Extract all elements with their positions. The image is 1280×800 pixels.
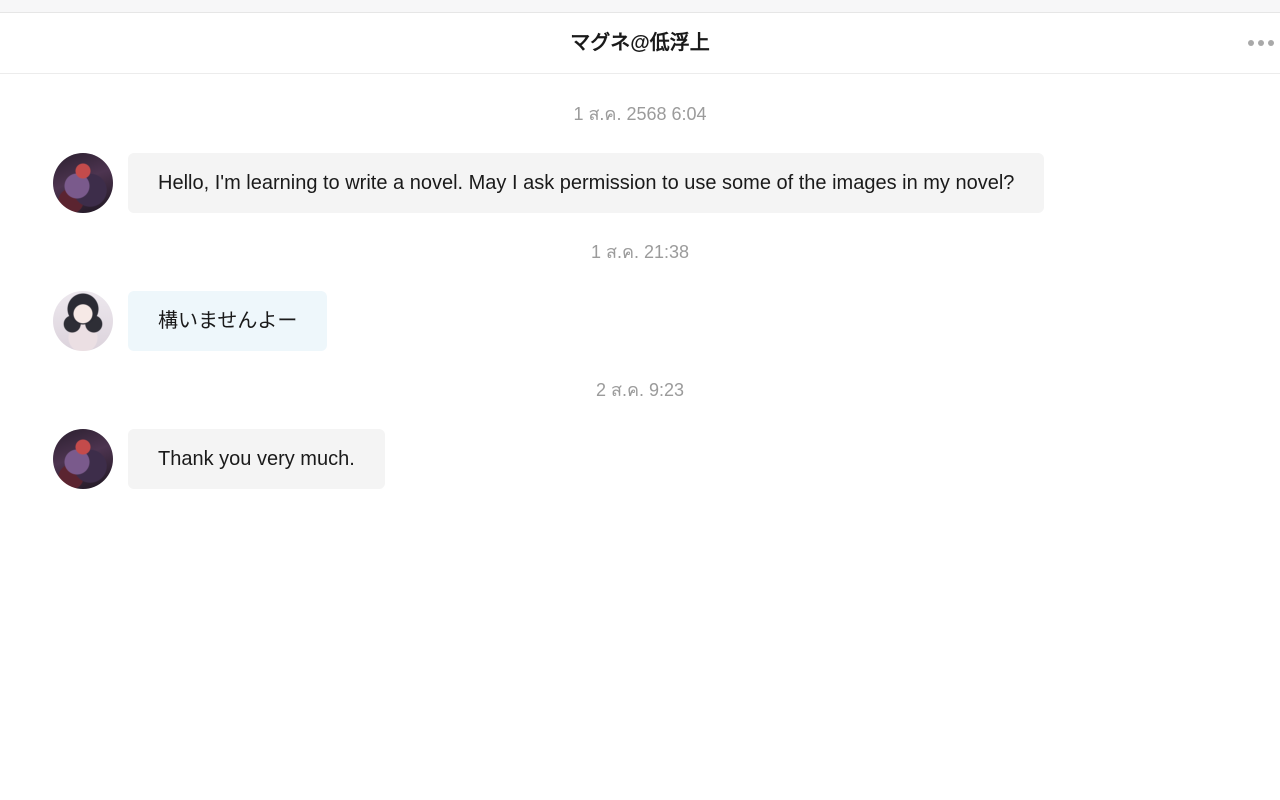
message-bubble: 構いませんよー	[128, 291, 328, 351]
more-horizontal-icon-dot	[1268, 40, 1274, 46]
more-options-button[interactable]	[1248, 33, 1274, 53]
avatar[interactable]	[53, 153, 113, 213]
message-timestamp: 1 ส.ค. 21:38	[590, 242, 690, 262]
more-horizontal-icon-dot	[1258, 40, 1264, 46]
message-timestamp: 2 ส.ค. 9:23	[595, 380, 685, 400]
chat-title: マグネ@低浮上	[570, 32, 710, 54]
avatar[interactable]	[53, 429, 113, 489]
avatar[interactable]	[53, 291, 113, 351]
browser-top-strip	[0, 0, 1280, 13]
message-bubble: Thank you very much.	[128, 429, 385, 489]
chat-header: マグネ@低浮上	[0, 13, 1280, 74]
message-timestamp: 1 ส.ค. 2568 6:04	[573, 104, 707, 124]
message-bubble: Hello, I'm learning to write a novel. Ma…	[128, 153, 1045, 213]
more-horizontal-icon	[1248, 40, 1254, 46]
message-list[interactable]: 1 ส.ค. 2568 6:04 Hello, I'm learning to …	[0, 74, 1280, 800]
